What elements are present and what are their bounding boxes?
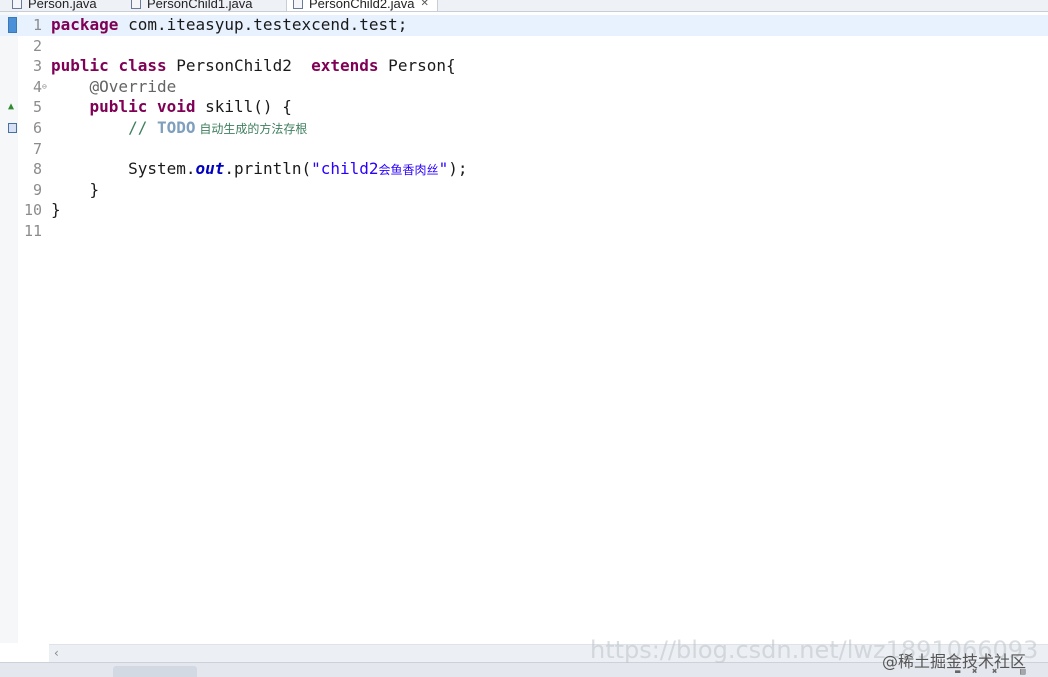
code-line-8[interactable]: 8 System.out.println("child2会鱼香肉丝"); — [0, 159, 1048, 180]
line-number: 10 — [23, 201, 42, 220]
string-literal-end: " — [438, 159, 449, 179]
tab-label: PersonChild2.java — [309, 0, 415, 11]
code-line-3[interactable]: 3 public class PersonChild2 extends Pers… — [0, 56, 1048, 77]
package-name: com.iteasyup.testexcend.test; — [118, 15, 408, 34]
line-number: 6 — [32, 119, 42, 137]
system-class: System. — [128, 159, 196, 179]
line-number: 5 — [32, 98, 42, 117]
field-out: out — [195, 159, 225, 179]
closing-brace: } — [89, 179, 100, 199]
tab-label: Person.java — [28, 0, 97, 11]
scroll-left-arrow-icon[interactable]: ‹ — [54, 645, 59, 662]
line-number: 11 — [23, 222, 42, 240]
code-text: @Override — [51, 76, 177, 98]
comment-slashes: // — [128, 118, 157, 137]
code-line-7[interactable]: 7 — [0, 139, 1048, 160]
class-name: PersonChild2 — [166, 56, 312, 76]
statement-end: ); — [448, 159, 468, 179]
keyword-void: void — [156, 97, 196, 117]
tab-personchild1-java[interactable]: PersonChild1.java — [131, 0, 253, 11]
code-text: public class PersonChild2 extends Person… — [51, 56, 456, 77]
code-line-5[interactable]: ▲ 5 public void skill() { — [0, 97, 1048, 118]
line-number: 2 — [32, 36, 42, 55]
code-line-9[interactable]: 9 } — [0, 180, 1048, 201]
code-text: } — [51, 179, 100, 201]
selection-marker-icon — [8, 17, 17, 33]
method-signature: skill() { — [195, 97, 292, 117]
line-number: 9 — [32, 180, 42, 199]
tab-person-java[interactable]: Person.java — [12, 0, 97, 11]
task-marker-icon[interactable] — [8, 123, 17, 133]
close-tab-icon[interactable]: ✕ — [421, 0, 429, 9]
line-number: 3 — [32, 57, 42, 76]
code-line-10[interactable]: 10 } — [0, 200, 1048, 221]
line-number: 8 — [32, 160, 42, 179]
keyword-extends: extends — [311, 56, 379, 76]
line-number: 1 — [32, 16, 42, 34]
tab-label: PersonChild1.java — [147, 0, 253, 11]
code-line-2[interactable]: 2 — [0, 36, 1048, 57]
java-file-icon — [131, 0, 141, 9]
todo-tag: TODO — [156, 118, 196, 137]
java-file-icon — [12, 0, 22, 9]
code-line-11[interactable]: 11 — [0, 221, 1048, 242]
println-call: .println( — [224, 159, 312, 179]
superclass-name: Person{ — [378, 56, 456, 76]
tab-personchild2-java[interactable]: PersonChild2.java ✕ — [286, 0, 438, 11]
annotation-override: @Override — [89, 76, 177, 96]
keyword-class: class — [118, 56, 167, 76]
code-line-4[interactable]: 4 ⊖ @Override — [0, 77, 1048, 98]
editor-tab-bar: Person.java PersonChild1.java PersonChil… — [0, 0, 1048, 12]
fold-toggle-icon[interactable]: ⊖ — [42, 77, 47, 98]
code-text: public void skill() { — [51, 97, 292, 118]
comment-text: 自动生成的方法存根 — [195, 122, 308, 136]
keyword-package: package — [51, 15, 119, 34]
keyword-public: public — [89, 97, 148, 117]
code-text: } — [51, 200, 61, 221]
code-text: // TODO 自动生成的方法存根 — [51, 118, 307, 140]
code-line-6[interactable]: 6 // TODO 自动生成的方法存根 — [0, 118, 1048, 139]
keyword-public: public — [51, 56, 109, 76]
closing-brace: } — [51, 200, 61, 220]
code-text: System.out.println("child2会鱼香肉丝"); — [51, 159, 467, 181]
override-marker-icon[interactable]: ▲ — [8, 97, 14, 118]
line-number: 4 — [32, 77, 42, 96]
string-literal-cjk: 会鱼香肉丝 — [378, 163, 439, 178]
code-line-1[interactable]: 1 package com.iteasyup.testexcend.test; — [0, 15, 1048, 36]
bottom-view-tab[interactable] — [113, 666, 197, 677]
community-watermark: @稀土掘金技术社区 — [882, 652, 1027, 671]
string-literal-start: "child2 — [311, 159, 379, 179]
code-editor[interactable]: 1 package com.iteasyup.testexcend.test; … — [0, 12, 1048, 643]
code-text: package com.iteasyup.testexcend.test; — [51, 15, 407, 36]
java-file-icon — [293, 0, 303, 9]
line-number: 7 — [32, 139, 42, 158]
